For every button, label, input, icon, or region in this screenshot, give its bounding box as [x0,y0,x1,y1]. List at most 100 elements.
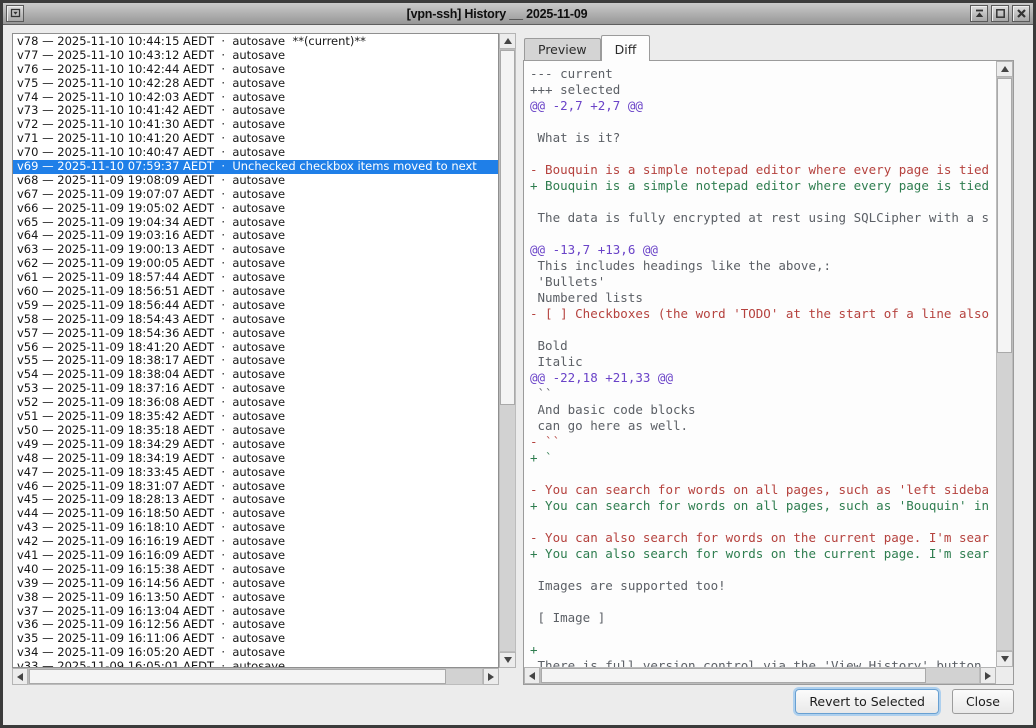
history-scroll-up-button[interactable] [499,33,516,49]
history-list-item[interactable]: v33 — 2025-11-09 16:05:01 AEDT · autosav… [13,660,498,668]
history-list-item[interactable]: v71 — 2025-11-10 10:41:20 AEDT · autosav… [13,132,498,146]
history-list-item[interactable]: v56 — 2025-11-09 18:41:20 AEDT · autosav… [13,341,498,355]
history-list-item[interactable]: v78 — 2025-11-10 10:44:15 AEDT · autosav… [13,35,498,49]
history-list-item[interactable]: v62 — 2025-11-09 19:00:05 AEDT · autosav… [13,257,498,271]
diff-vscrollbar[interactable] [996,61,1013,667]
history-list-item[interactable]: v38 — 2025-11-09 16:13:50 AEDT · autosav… [13,591,498,605]
diff-line [530,562,996,578]
history-list-item[interactable]: v52 — 2025-11-09 18:36:08 AEDT · autosav… [13,396,498,410]
maximize-button[interactable] [991,5,1009,22]
diff-line: - Bouquin is a simple notepad editor whe… [530,162,996,178]
history-list-item[interactable]: v39 — 2025-11-09 16:14:56 AEDT · autosav… [13,577,498,591]
history-list-item[interactable]: v77 — 2025-11-10 10:43:12 AEDT · autosav… [13,49,498,63]
history-list-item[interactable]: v50 — 2025-11-09 18:35:18 AEDT · autosav… [13,424,498,438]
diff-panel: --- current+++ selected@@ -2,7 +2,7 @@ W… [523,60,1014,685]
history-list-item[interactable]: v55 — 2025-11-09 18:38:17 AEDT · autosav… [13,354,498,368]
arrow-left-icon [529,672,535,680]
tab-diff[interactable]: Diff [601,35,651,61]
history-list-item[interactable]: v43 — 2025-11-09 16:18:10 AEDT · autosav… [13,521,498,535]
history-list-item[interactable]: v53 — 2025-11-09 18:37:16 AEDT · autosav… [13,382,498,396]
diff-line: Italic [530,354,996,370]
revert-to-selected-button[interactable]: Revert to Selected [795,689,939,714]
history-list-item[interactable]: v61 — 2025-11-09 18:57:44 AEDT · autosav… [13,271,498,285]
diff-vscroll-thumb[interactable] [997,78,1012,353]
diff-hscroll-thumb[interactable] [541,668,926,683]
history-list-item[interactable]: v46 — 2025-11-09 18:31:07 AEDT · autosav… [13,480,498,494]
window-menu-button[interactable] [6,5,24,22]
history-vscroll-thumb[interactable] [500,50,515,405]
diff-hscrollbar[interactable] [524,667,996,684]
history-list-item[interactable]: v67 — 2025-11-09 19:07:07 AEDT · autosav… [13,188,498,202]
diff-line: - You can search for words on all pages,… [530,482,996,498]
history-list-item[interactable]: v64 — 2025-11-09 19:03:16 AEDT · autosav… [13,229,498,243]
history-list-item[interactable]: v51 — 2025-11-09 18:35:42 AEDT · autosav… [13,410,498,424]
shade-button[interactable] [970,5,988,22]
history-list-item[interactable]: v75 — 2025-11-10 10:42:28 AEDT · autosav… [13,77,498,91]
history-list-item[interactable]: v36 — 2025-11-09 16:12:56 AEDT · autosav… [13,618,498,632]
history-list-item[interactable]: v40 — 2025-11-09 16:15:38 AEDT · autosav… [13,563,498,577]
history-list-item[interactable]: v48 — 2025-11-09 18:34:19 AEDT · autosav… [13,452,498,466]
history-list-item[interactable]: v63 — 2025-11-09 19:00:13 AEDT · autosav… [13,243,498,257]
app-window: [vpn-ssh] History __ 2025-11-09 [0,0,1036,728]
history-list-item[interactable]: v59 — 2025-11-09 18:56:44 AEDT · autosav… [13,299,498,313]
titlebar[interactable]: [vpn-ssh] History __ 2025-11-09 [3,3,1033,25]
history-list-item[interactable]: v45 — 2025-11-09 18:28:13 AEDT · autosav… [13,493,498,507]
diff-hscroll-track[interactable] [540,667,980,684]
history-list-item[interactable]: v37 — 2025-11-09 16:13:04 AEDT · autosav… [13,605,498,619]
history-list-item[interactable]: v44 — 2025-11-09 16:18:50 AEDT · autosav… [13,507,498,521]
history-list-item[interactable]: v68 — 2025-11-09 19:08:09 AEDT · autosav… [13,174,498,188]
diff-scroll-right-button[interactable] [980,667,996,684]
history-list-item[interactable]: v72 — 2025-11-10 10:41:30 AEDT · autosav… [13,118,498,132]
history-vscrollbar[interactable] [499,33,516,668]
arrow-right-icon [985,672,991,680]
history-list-item[interactable]: v58 — 2025-11-09 18:54:43 AEDT · autosav… [13,313,498,327]
history-list-item[interactable]: v47 — 2025-11-09 18:33:45 AEDT · autosav… [13,466,498,480]
diff-line: Images are supported too! [530,578,996,594]
maximize-icon [995,4,1006,23]
history-scroll-down-button[interactable] [499,652,516,668]
close-window-button[interactable] [1012,5,1030,22]
diff-line: --- current [530,66,996,82]
window-menu-icon [10,4,21,23]
diff-line: There is full version control via the 'V… [530,658,996,667]
history-scroll-right-button[interactable] [483,668,499,685]
diff-scroll-up-button[interactable] [996,61,1013,77]
history-list-item[interactable]: v73 — 2025-11-10 10:41:42 AEDT · autosav… [13,104,498,118]
diff-line [530,626,996,642]
history-list-item[interactable]: v76 — 2025-11-10 10:42:44 AEDT · autosav… [13,63,498,77]
diff-vscroll-track[interactable] [996,77,1013,651]
history-list-item[interactable]: v74 — 2025-11-10 10:42:03 AEDT · autosav… [13,91,498,105]
history-vscroll-track[interactable] [499,49,516,652]
diff-line [530,514,996,530]
history-list-item[interactable]: v69 — 2025-11-10 07:59:37 AEDT · Uncheck… [13,160,498,174]
history-list: v78 — 2025-11-10 10:44:15 AEDT · autosav… [12,33,499,668]
diff-line: `` [530,386,996,402]
diff-line: The data is fully encrypted at rest usin… [530,210,996,226]
history-list-item[interactable]: v66 — 2025-11-09 19:05:02 AEDT · autosav… [13,202,498,216]
history-list-item[interactable]: v60 — 2025-11-09 18:56:51 AEDT · autosav… [13,285,498,299]
history-hscrollbar[interactable] [12,668,499,685]
diff-scroll-down-button[interactable] [996,651,1013,667]
diff-scroll-left-button[interactable] [524,667,540,684]
history-list-item[interactable]: v41 — 2025-11-09 16:16:09 AEDT · autosav… [13,549,498,563]
history-list-item[interactable]: v49 — 2025-11-09 18:34:29 AEDT · autosav… [13,438,498,452]
history-list-item[interactable]: v42 — 2025-11-09 16:16:19 AEDT · autosav… [13,535,498,549]
diff-line: + ` [530,450,996,466]
history-hscroll-track[interactable] [28,668,483,685]
tab-preview[interactable]: Preview [524,38,601,60]
diff-line: @@ -2,7 +2,7 @@ [530,98,996,114]
history-list-item[interactable]: v70 — 2025-11-10 10:40:47 AEDT · autosav… [13,146,498,160]
history-list-item[interactable]: v54 — 2025-11-09 18:38:04 AEDT · autosav… [13,368,498,382]
close-button[interactable]: Close [952,689,1014,714]
history-scroll-left-button[interactable] [12,668,28,685]
diff-line: can go here as well. [530,418,996,434]
diff-line: Bold [530,338,996,354]
history-list-item[interactable]: v34 — 2025-11-09 16:05:20 AEDT · autosav… [13,646,498,660]
footer: Revert to Selected Close [795,689,1014,714]
history-hscroll-thumb[interactable] [29,669,446,684]
history-list-item[interactable]: v35 — 2025-11-09 16:11:06 AEDT · autosav… [13,632,498,646]
arrow-up-icon [1001,66,1009,72]
history-list-item[interactable]: v65 — 2025-11-09 19:04:34 AEDT · autosav… [13,216,498,230]
arrow-down-icon [1001,656,1009,662]
history-list-item[interactable]: v57 — 2025-11-09 18:54:36 AEDT · autosav… [13,327,498,341]
